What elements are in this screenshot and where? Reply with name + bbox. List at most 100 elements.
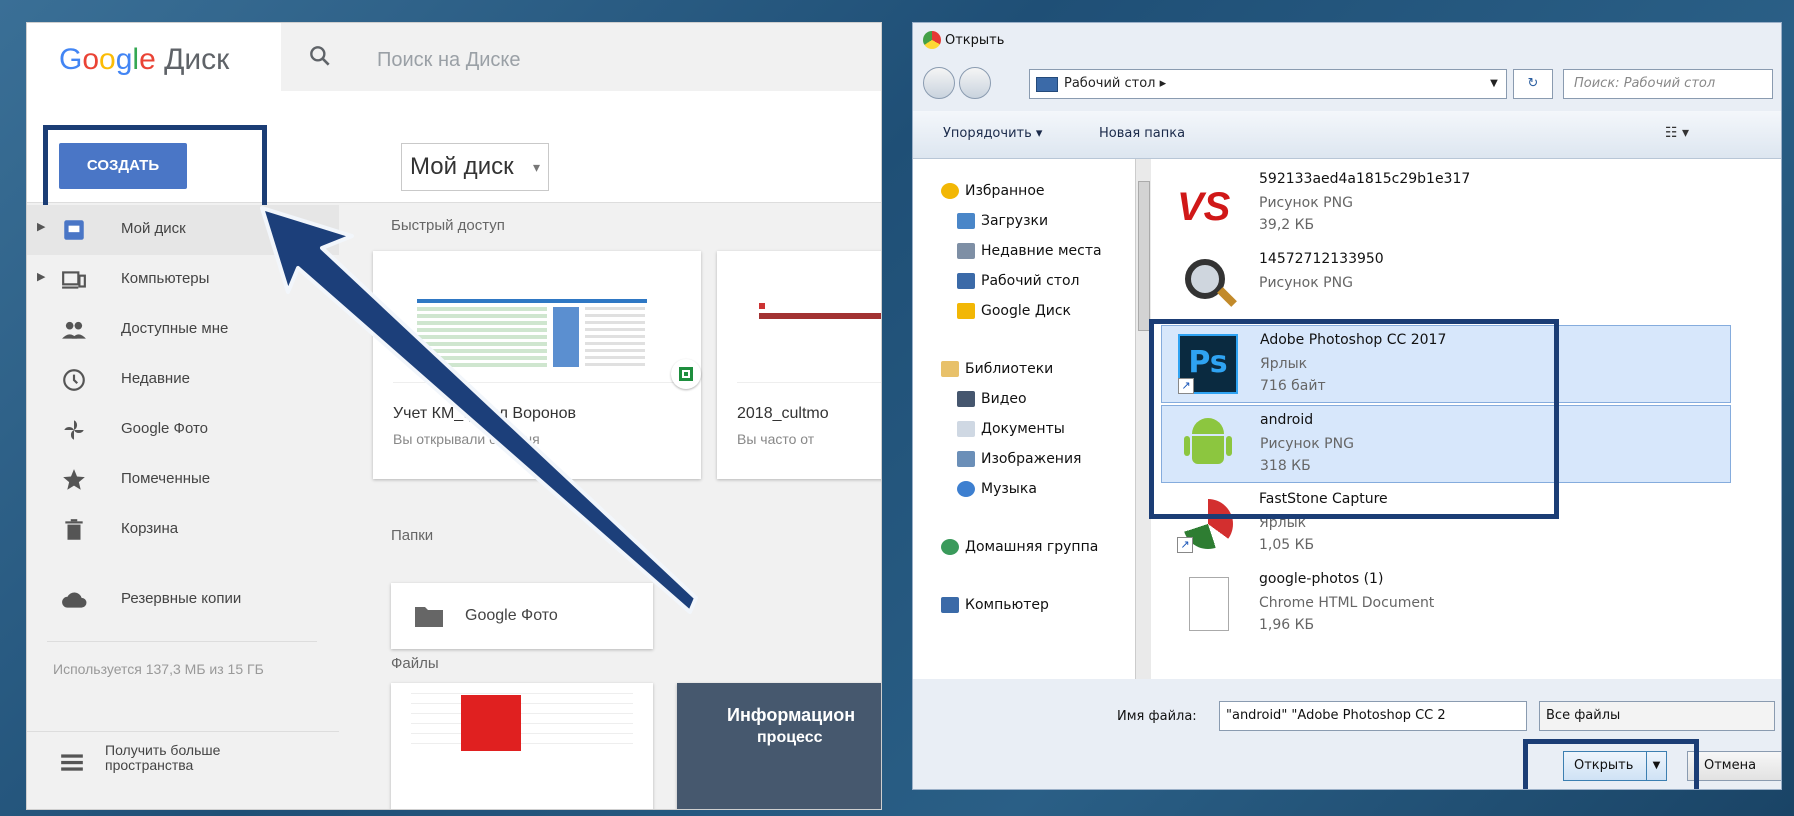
quick-access-file-name: Учет КМ_ф_ ил Воронов bbox=[393, 405, 577, 422]
dialog-title: Открыть bbox=[945, 33, 1005, 48]
sidebar-item-my-disk[interactable]: ▶ Мой диск bbox=[27, 205, 339, 255]
google-drive-folder-icon bbox=[957, 303, 975, 319]
chrome-icon bbox=[923, 31, 941, 49]
nav-video[interactable]: Видео bbox=[957, 391, 1027, 407]
quick-access-card[interactable]: 2018_cultmo Вы часто от bbox=[717, 251, 881, 479]
chevron-down-icon[interactable]: ▼ bbox=[1482, 70, 1506, 98]
shortcut-arrow-icon: ↗ bbox=[1177, 537, 1193, 553]
quick-access-file-meta: Вы часто от bbox=[737, 431, 815, 447]
drive-logo[interactable]: Google Диск bbox=[59, 43, 229, 77]
sidebar-item-starred[interactable]: Помеченные bbox=[27, 455, 339, 505]
nav-images[interactable]: Изображения bbox=[957, 451, 1081, 467]
star-icon bbox=[63, 469, 85, 490]
folder-card[interactable]: Google Фото bbox=[391, 583, 653, 649]
filetype-select[interactable]: Все файлы bbox=[1539, 701, 1775, 731]
drive-topbar: Google Диск Поиск на Диске bbox=[27, 23, 881, 91]
spreadsheet-thumbnail bbox=[393, 273, 681, 383]
file-item[interactable]: google-photos (1) Chrome HTML Document 1… bbox=[1161, 565, 1731, 643]
search-input[interactable]: Поиск на Диске bbox=[377, 49, 521, 72]
file-item[interactable]: 14572712133950 Рисунок PNG bbox=[1161, 245, 1731, 323]
vs-logo-thumbnail: VS bbox=[1177, 185, 1231, 229]
filename-input[interactable]: "android" "Adobe Photoshop CC 2 bbox=[1219, 701, 1527, 731]
cloud-icon bbox=[62, 592, 87, 608]
folder-icon bbox=[415, 607, 443, 627]
nav-downloads[interactable]: Загрузки bbox=[957, 213, 1048, 229]
people-icon bbox=[62, 321, 86, 339]
scrollbar-thumb[interactable] bbox=[1138, 181, 1150, 331]
forward-button[interactable] bbox=[959, 67, 991, 99]
chevron-down-icon: ▾ bbox=[532, 159, 540, 175]
quick-access-file-meta: Вы открывали сегодня bbox=[393, 431, 540, 447]
nav-homegroup[interactable]: Домашняя группа bbox=[941, 539, 1098, 555]
sidebar-divider bbox=[47, 641, 317, 642]
drive-search-bar[interactable]: Поиск на Диске bbox=[281, 23, 881, 91]
nav-recent-places[interactable]: Недавние места bbox=[957, 243, 1102, 259]
desktop-icon bbox=[1036, 77, 1058, 92]
drive-icon bbox=[64, 220, 84, 240]
dialog-footer: Имя файла: "android" "Adobe Photoshop CC… bbox=[913, 679, 1781, 789]
file-card[interactable]: Информацион процесс bbox=[677, 683, 881, 809]
images-icon bbox=[957, 451, 975, 467]
expand-arrow-icon[interactable]: ▶ bbox=[37, 270, 45, 283]
drive-main-content: Быстрый доступ Учет КМ_ф_ ил Воронов Вы … bbox=[367, 203, 881, 809]
sidebar-divider bbox=[27, 731, 339, 732]
storage-bars-icon bbox=[61, 754, 83, 771]
address-bar-row: Рабочий стол ▸ ▼ ↻ Поиск: Рабочий стол bbox=[913, 63, 1781, 107]
quick-access-file-name: 2018_cultmo bbox=[737, 405, 829, 422]
organize-menu[interactable]: Упорядочить ▾ bbox=[943, 126, 1042, 141]
open-file-dialog: Открыть Рабочий стол ▸ ▼ ↻ Поиск: Рабочи… bbox=[912, 22, 1782, 790]
open-button-highlight-frame bbox=[1523, 739, 1699, 789]
nav-desktop[interactable]: Рабочий стол bbox=[957, 273, 1080, 289]
nav-favorites[interactable]: Избранное bbox=[941, 183, 1045, 199]
recent-places-icon bbox=[957, 243, 975, 259]
nav-computer[interactable]: Компьютер bbox=[941, 597, 1049, 613]
magnifier-thumbnail bbox=[1177, 253, 1237, 313]
libraries-icon bbox=[941, 361, 959, 377]
view-options-icon[interactable]: ☷ ▾ bbox=[1665, 125, 1689, 141]
storage-usage-text: Используется 137,3 МБ из 15 ГБ bbox=[53, 661, 264, 677]
expand-arrow-icon[interactable]: ▶ bbox=[37, 220, 45, 233]
computer-icon bbox=[62, 271, 86, 289]
sidebar-item-google-photos[interactable]: Google Фото bbox=[27, 405, 339, 455]
video-icon bbox=[957, 391, 975, 407]
file-item[interactable]: VS 592133aed4a1815c29b1e317 Рисунок PNG … bbox=[1161, 165, 1731, 243]
drive-header: СОЗДАТЬ Мой диск ▾ bbox=[27, 91, 881, 215]
quick-access-label: Быстрый доступ bbox=[391, 217, 505, 234]
nav-documents[interactable]: Документы bbox=[957, 421, 1065, 437]
star-icon bbox=[941, 183, 959, 199]
filename-label: Имя файла: bbox=[1117, 709, 1197, 724]
sidebar-item-backups[interactable]: Резервные копии bbox=[27, 575, 339, 625]
folders-label: Папки bbox=[391, 527, 434, 544]
file-card[interactable] bbox=[391, 683, 653, 809]
sidebar-item-trash[interactable]: Корзина bbox=[27, 505, 339, 555]
document-icon bbox=[1177, 573, 1237, 633]
quick-access-card[interactable]: Учет КМ_ф_ ил Воронов Вы открывали сегод… bbox=[373, 251, 701, 479]
files-label: Файлы bbox=[391, 655, 439, 672]
back-button[interactable] bbox=[923, 67, 955, 99]
my-disk-dropdown[interactable]: Мой диск ▾ bbox=[401, 143, 549, 191]
dialog-search-input[interactable]: Поиск: Рабочий стол bbox=[1563, 69, 1773, 99]
dialog-toolbar: Упорядочить ▾ Новая папка ☷ ▾ bbox=[913, 111, 1781, 159]
google-drive-window: Google Диск Поиск на Диске СОЗДАТЬ Мой д… bbox=[26, 22, 882, 810]
new-folder-button[interactable]: Новая папка bbox=[1099, 126, 1185, 141]
selected-files-highlight-frame bbox=[1149, 319, 1559, 519]
create-highlight-frame bbox=[43, 125, 267, 215]
sheets-icon bbox=[671, 359, 701, 389]
sidebar-item-recent[interactable]: Недавние bbox=[27, 355, 339, 405]
search-icon[interactable] bbox=[307, 43, 333, 69]
address-bar[interactable]: Рабочий стол ▸ ▼ bbox=[1029, 69, 1507, 99]
document-thumbnail bbox=[737, 273, 881, 383]
nav-google-drive[interactable]: Google Диск bbox=[957, 303, 1071, 319]
pinwheel-icon bbox=[64, 420, 84, 440]
documents-icon bbox=[957, 421, 975, 437]
nav-music[interactable]: Музыка bbox=[957, 481, 1037, 497]
refresh-button[interactable]: ↻ bbox=[1513, 69, 1553, 99]
sidebar-item-shared[interactable]: Доступные мне bbox=[27, 305, 339, 355]
computer-icon bbox=[941, 597, 959, 613]
drive-sidebar: ▶ Мой диск ▶ Компьютеры Доступные мне Не… bbox=[27, 203, 339, 809]
nav-libraries[interactable]: Библиотеки bbox=[941, 361, 1053, 377]
navigation-pane: Избранное Загрузки Недавние места Рабочи… bbox=[913, 159, 1135, 679]
get-more-storage-link[interactable]: Получить больше пространства bbox=[105, 743, 220, 773]
sidebar-item-computers[interactable]: ▶ Компьютеры bbox=[27, 255, 339, 305]
cancel-button[interactable]: Отмена bbox=[1687, 751, 1781, 781]
